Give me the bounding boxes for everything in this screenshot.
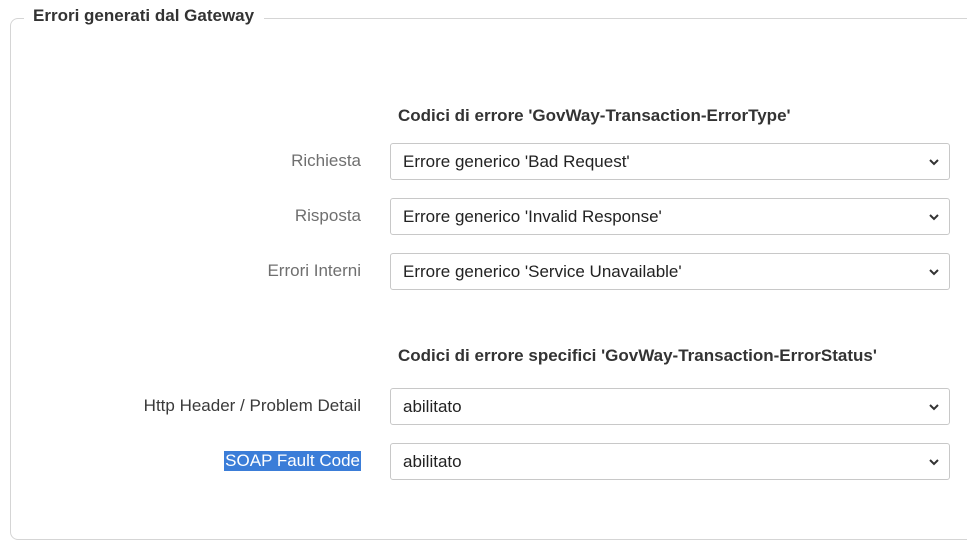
select-soap-fault-code-value: abilitato — [403, 451, 462, 471]
label-soap-fault-code: SOAP Fault Code — [224, 451, 361, 471]
select-http-header-value: abilitato — [403, 396, 462, 416]
label-errori-interni: Errori Interni — [267, 261, 361, 280]
select-richiesta[interactable]: Errore generico 'Bad Request' — [390, 143, 950, 180]
select-risposta-value: Errore generico 'Invalid Response' — [403, 206, 662, 226]
chevron-down-icon — [929, 159, 939, 166]
chevron-down-icon — [929, 214, 939, 221]
select-risposta[interactable]: Errore generico 'Invalid Response' — [390, 198, 950, 235]
section-title-error-type: Codici di errore 'GovWay-Transaction-Err… — [398, 106, 791, 125]
select-errori-interni[interactable]: Errore generico 'Service Unavailable' — [390, 253, 950, 290]
label-richiesta: Richiesta — [291, 151, 361, 170]
chevron-down-icon — [929, 404, 939, 411]
select-errori-interni-value: Errore generico 'Service Unavailable' — [403, 261, 682, 281]
section-title-error-status: Codici di errore specifici 'GovWay-Trans… — [398, 346, 877, 365]
chevron-down-icon — [929, 459, 939, 466]
fieldset-legend: Errori generati dal Gateway — [24, 6, 265, 26]
label-http-header: Http Header / Problem Detail — [143, 396, 361, 415]
chevron-down-icon — [929, 269, 939, 276]
label-risposta: Risposta — [294, 206, 361, 225]
select-soap-fault-code[interactable]: abilitato — [390, 443, 950, 480]
select-richiesta-value: Errore generico 'Bad Request' — [403, 151, 630, 171]
select-http-header[interactable]: abilitato — [390, 388, 950, 425]
